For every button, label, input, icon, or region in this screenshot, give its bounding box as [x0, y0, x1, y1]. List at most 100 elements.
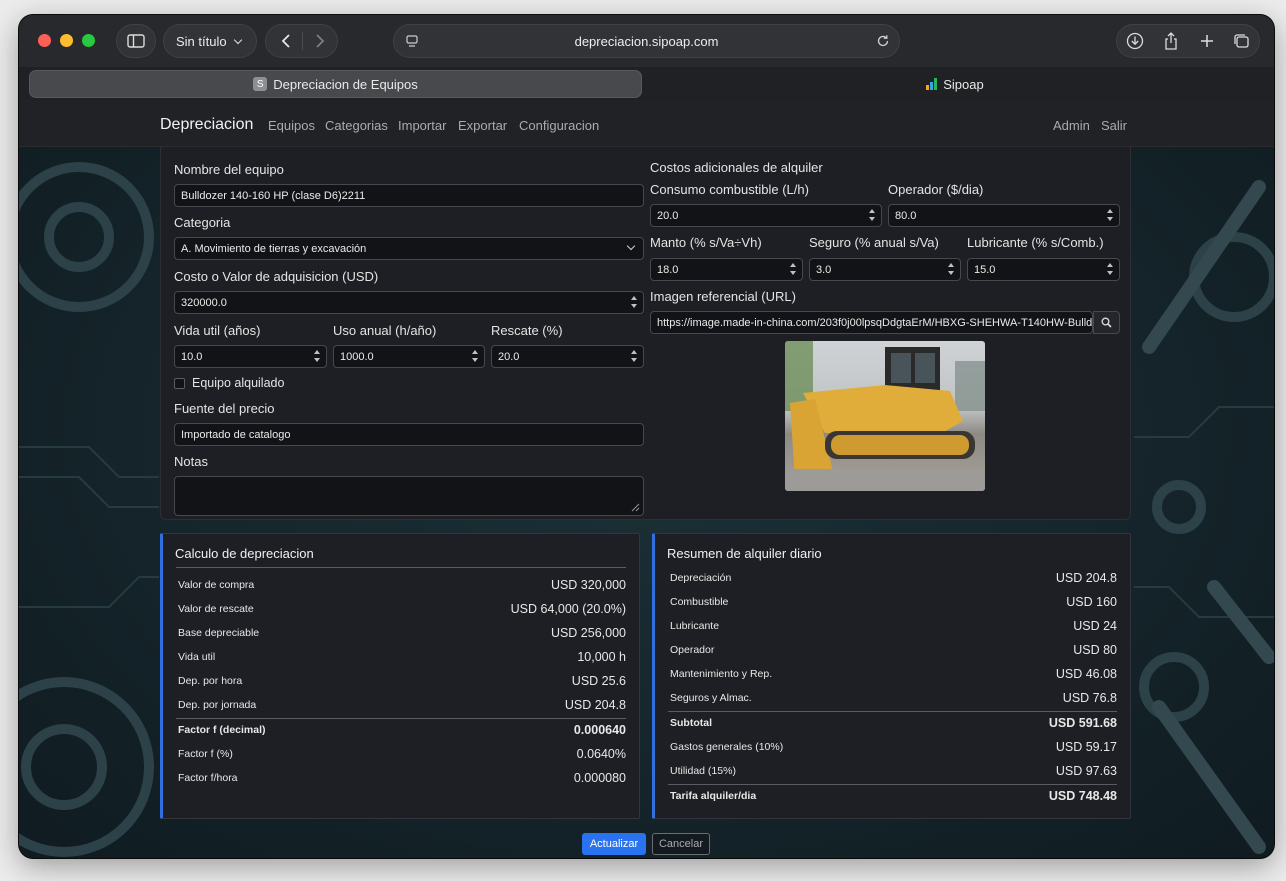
divider	[176, 718, 626, 719]
tab-overview-icon[interactable]	[1225, 25, 1257, 57]
back-button[interactable]	[270, 25, 302, 57]
bar-chart-icon	[926, 78, 938, 90]
row-value: USD 160	[1066, 595, 1117, 609]
stepper-icon[interactable]	[868, 209, 876, 221]
downloads-icon[interactable]	[1119, 25, 1151, 57]
divider	[668, 711, 1117, 712]
row-value: USD 24	[1073, 619, 1117, 633]
nav-link-admin[interactable]: Admin	[1053, 118, 1090, 133]
row-value: 10,000 h	[577, 650, 626, 664]
row-value: USD 59.17	[1055, 740, 1117, 754]
operator-label: Operador ($/dia)	[888, 182, 984, 197]
rent-row-subtotal: Subtotal USD 591.68	[670, 714, 1117, 734]
row-label: Tarifa alquiler/dia	[670, 790, 757, 802]
zoom-window-button[interactable]	[82, 34, 95, 47]
use-value: 1000.0	[340, 351, 374, 363]
lubricant-input[interactable]: 15.0	[967, 258, 1120, 281]
nav-link-configuracion[interactable]: Configuracion	[519, 118, 599, 133]
row-value: USD 256,000	[550, 626, 626, 640]
tab-group-menu[interactable]: Sin título	[163, 24, 257, 58]
row-label: Gastos generales (10%)	[670, 741, 784, 753]
dep-row-salvage: Valor de rescate USD 64,000 (20.0%)	[178, 600, 626, 620]
dep-row-base: Base depreciable USD 256,000	[178, 624, 626, 644]
stepper-icon[interactable]	[1106, 263, 1114, 275]
rent-row-depreciation: Depreciación USD 204.8	[670, 569, 1117, 589]
row-label: Vida util	[178, 651, 216, 663]
row-value: USD 76.8	[1062, 691, 1117, 705]
tab-favicon-icon: S	[253, 77, 268, 91]
row-label: Dep. por hora	[178, 675, 243, 687]
maintenance-value: 18.0	[657, 264, 679, 276]
row-label: Base depreciable	[178, 627, 260, 639]
sidebar-toggle-button[interactable]	[116, 24, 156, 58]
category-select[interactable]: A. Movimiento de tierras y excavación	[174, 237, 644, 260]
brand-link[interactable]: Depreciacion	[160, 116, 253, 134]
stepper-icon[interactable]	[1106, 209, 1114, 221]
life-input[interactable]: 10.0	[174, 345, 327, 368]
stepper-icon[interactable]	[789, 263, 797, 275]
toolbar-actions	[1116, 24, 1260, 58]
close-window-button[interactable]	[38, 34, 51, 47]
image-url-input[interactable]: https://image.made-in-china.com/203f0j00…	[650, 311, 1093, 334]
update-button[interactable]: Actualizar	[582, 833, 646, 855]
use-input[interactable]: 1000.0	[333, 345, 485, 368]
nav-link-exportar[interactable]: Exportar	[458, 118, 507, 133]
row-label: Lubricante	[670, 620, 720, 632]
rental-summary-card: Resumen de alquiler diario Depreciación U…	[652, 533, 1131, 819]
operator-value: 80.0	[895, 210, 917, 222]
fuel-input[interactable]: 20.0	[650, 204, 882, 227]
row-value: USD 591.68	[1048, 716, 1117, 730]
sidebar-icon	[120, 25, 152, 57]
minimize-window-button[interactable]	[60, 34, 73, 47]
row-label: Seguros y Almac.	[670, 692, 752, 704]
lubricant-value: 15.0	[974, 264, 996, 276]
forward-button[interactable]	[304, 25, 336, 57]
stepper-icon[interactable]	[313, 350, 321, 362]
reload-icon[interactable]	[867, 25, 899, 57]
new-tab-icon[interactable]	[1191, 25, 1223, 57]
nav-link-salir[interactable]: Salir	[1101, 118, 1127, 133]
row-value: USD 204.8	[564, 698, 626, 712]
notes-textarea[interactable]	[174, 476, 644, 516]
name-input[interactable]: Bulldozer 140-160 HP (clase D6)2211	[174, 184, 644, 207]
row-label: Depreciación	[670, 572, 732, 584]
insurance-input[interactable]: 3.0	[809, 258, 961, 281]
tab-sipoap[interactable]: Sipoap	[645, 70, 1265, 98]
image-search-button[interactable]	[1093, 311, 1120, 334]
share-icon[interactable]	[1155, 25, 1187, 57]
address-bar[interactable]: depreciacion.sipoap.com	[393, 24, 900, 58]
maintenance-input[interactable]: 18.0	[650, 258, 803, 281]
rented-checkbox[interactable]	[174, 378, 185, 389]
stepper-icon[interactable]	[471, 350, 479, 362]
operator-input[interactable]: 80.0	[888, 204, 1120, 227]
stepper-icon[interactable]	[947, 263, 955, 275]
row-label: Factor f (%)	[178, 748, 233, 760]
insurance-value: 3.0	[816, 264, 832, 276]
fuel-value: 20.0	[657, 210, 679, 222]
nav-link-categorias[interactable]: Categorias	[325, 118, 388, 133]
resize-handle-icon[interactable]	[631, 503, 640, 512]
rental-title: Resumen de alquiler diario	[667, 546, 822, 561]
stepper-icon[interactable]	[630, 296, 638, 308]
row-label: Valor de rescate	[178, 603, 254, 615]
source-input[interactable]: Importado de catalogo	[174, 423, 644, 446]
category-selected-value: A. Movimiento de tierras y excavación	[181, 243, 367, 255]
equipment-form: Nombre del equipo Bulldozer 140-160 HP (…	[160, 147, 1131, 520]
row-label: Combustible	[670, 596, 729, 608]
tab-depreciacion[interactable]: S Depreciacion de Equipos	[29, 70, 642, 98]
life-label: Vida util (años)	[174, 323, 261, 338]
row-label: Valor de compra	[178, 579, 255, 591]
cost-input[interactable]: 320000.0	[174, 291, 644, 314]
row-value: USD 320,000	[550, 578, 626, 592]
cancel-button[interactable]: Cancelar	[652, 833, 710, 855]
tab-label: Sipoap	[943, 76, 984, 92]
image-url-label: Imagen referencial (URL)	[650, 289, 796, 304]
row-value: 0.000640	[573, 723, 626, 737]
rent-row-profit: Utilidad (15%) USD 97.63	[670, 762, 1117, 782]
divider	[176, 567, 626, 568]
stepper-icon[interactable]	[630, 350, 638, 362]
browser-toolbar: Sin título depreciacion.sipoap.com	[19, 15, 1274, 67]
nav-link-equipos[interactable]: Equipos	[268, 118, 315, 133]
salvage-input[interactable]: 20.0	[491, 345, 644, 368]
nav-link-importar[interactable]: Importar	[398, 118, 446, 133]
